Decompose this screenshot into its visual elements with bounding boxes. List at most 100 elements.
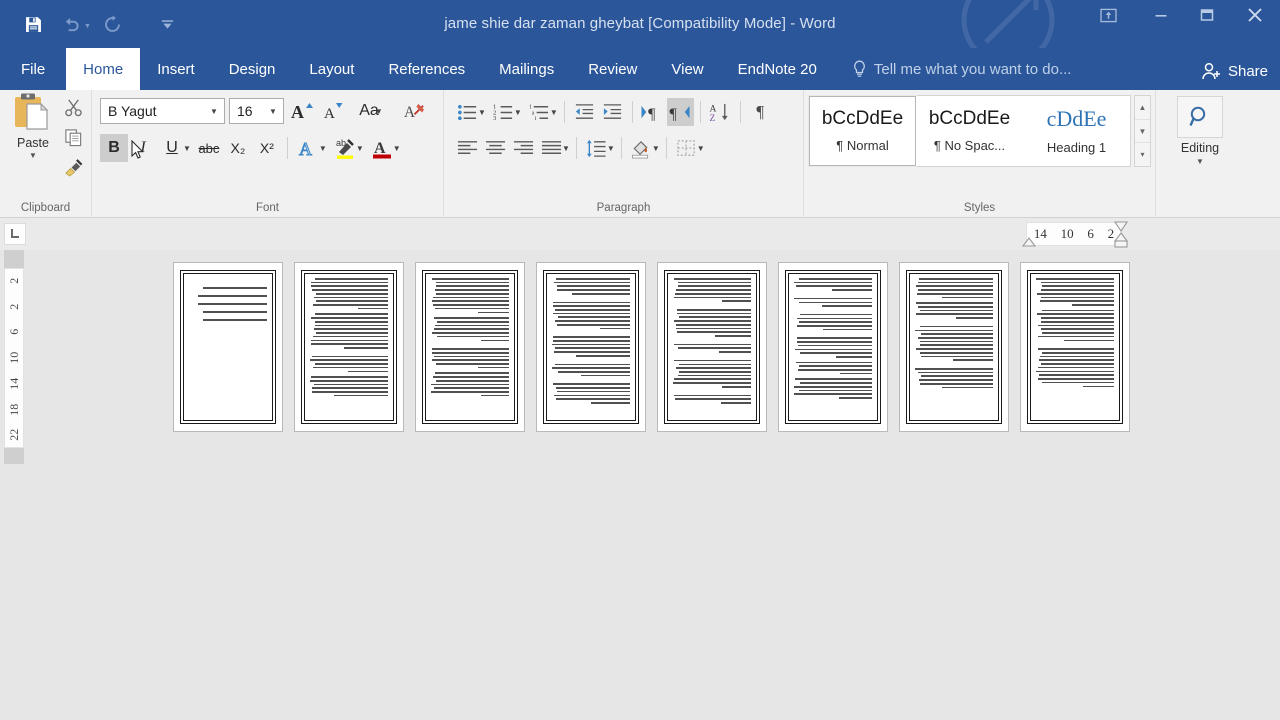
ruler-mark-10: 10: [1060, 226, 1074, 241]
rtl-button[interactable]: ¶: [666, 98, 694, 126]
font-color-button[interactable]: A: [368, 134, 396, 162]
superscript-button[interactable]: X²: [253, 134, 281, 162]
text-line: [796, 317, 872, 320]
page-thumbnail-7[interactable]: [899, 262, 1009, 432]
style-item-no-spacing[interactable]: bCcDdEe ¶ No Spac...: [916, 96, 1023, 166]
text-line: [797, 325, 872, 327]
redo-button[interactable]: [99, 7, 127, 41]
tab-home[interactable]: Home: [66, 48, 141, 90]
tab-layout[interactable]: Layout: [292, 48, 371, 90]
line-spacing-button[interactable]: [583, 134, 610, 162]
align-right-button[interactable]: [510, 134, 537, 162]
format-painter-button[interactable]: [60, 154, 86, 180]
text-line: [313, 296, 388, 299]
font-size-combo[interactable]: 16 ▼: [229, 98, 284, 124]
increase-indent-button[interactable]: [599, 98, 626, 126]
underline-button[interactable]: U: [158, 134, 186, 162]
page-thumbnail-5[interactable]: [657, 262, 767, 432]
font-color-caret[interactable]: ▼: [393, 144, 401, 153]
cut-button[interactable]: [60, 94, 86, 120]
underline-caret[interactable]: ▼: [183, 144, 191, 153]
text-effects-caret[interactable]: ▼: [319, 144, 327, 153]
customize-quick-access-button[interactable]: [149, 7, 187, 41]
numbering-caret[interactable]: ▼: [514, 108, 522, 117]
borders-caret[interactable]: ▼: [697, 144, 705, 153]
text-effects-button[interactable]: A: [294, 134, 322, 162]
tab-endnote[interactable]: EndNote 20: [721, 48, 834, 90]
style-item-heading1[interactable]: cDdEe Heading 1: [1023, 96, 1130, 166]
bullets-caret[interactable]: ▼: [478, 108, 486, 117]
tab-references[interactable]: References: [371, 48, 482, 90]
multilevel-caret[interactable]: ▼: [550, 108, 558, 117]
change-case-button[interactable]: Aa ▼: [352, 98, 390, 124]
copy-button[interactable]: [60, 124, 86, 150]
minimize-button[interactable]: [1138, 0, 1184, 30]
text-highlight-button[interactable]: ab: [331, 134, 359, 162]
ltr-button[interactable]: ¶: [639, 98, 666, 126]
font-name-caret[interactable]: ▼: [206, 107, 222, 116]
tab-review[interactable]: Review: [571, 48, 654, 90]
font-size-caret[interactable]: ▼: [265, 107, 281, 116]
line-spacing-caret[interactable]: ▼: [607, 144, 615, 153]
align-left-button[interactable]: [454, 134, 481, 162]
bullets-button[interactable]: [454, 98, 481, 126]
page-thumbnail-6[interactable]: [778, 262, 888, 432]
tell-me-box[interactable]: Tell me what you want to do...: [834, 48, 1082, 90]
highlight-caret[interactable]: ▼: [356, 144, 364, 153]
tab-file[interactable]: File: [0, 48, 67, 90]
align-center-button[interactable]: [482, 134, 509, 162]
font-name-combo[interactable]: B Yagut ▼: [100, 98, 225, 124]
numbering-button[interactable]: 1 2 3: [490, 98, 517, 126]
multilevel-list-button[interactable]: 1 a i: [526, 98, 553, 126]
tab-stop-selector[interactable]: [4, 223, 26, 245]
grow-font-button[interactable]: A: [288, 98, 316, 124]
text-line: [437, 335, 509, 338]
page-thumbnail-2[interactable]: [294, 262, 404, 432]
strikethrough-button[interactable]: abc: [195, 134, 223, 162]
page-thumbnail-4[interactable]: [536, 262, 646, 432]
italic-button[interactable]: I: [129, 134, 157, 162]
paste-dropdown-caret[interactable]: ▼: [29, 151, 37, 160]
decrease-indent-button[interactable]: [571, 98, 598, 126]
shading-caret[interactable]: ▼: [652, 144, 660, 153]
clear-formatting-button[interactable]: A: [400, 98, 428, 124]
horizontal-ruler[interactable]: 14 10 6 2: [0, 218, 1280, 250]
editing-caret[interactable]: ▼: [1196, 157, 1204, 166]
page-thumbnail-1[interactable]: [173, 262, 283, 432]
text-line: [1039, 359, 1114, 361]
styles-more-button[interactable]: ▾: [1135, 143, 1150, 166]
close-button[interactable]: [1230, 0, 1280, 30]
tab-design[interactable]: Design: [212, 48, 293, 90]
justify-caret[interactable]: ▼: [562, 144, 570, 153]
ribbon-display-options-button[interactable]: [1078, 0, 1138, 30]
shading-button[interactable]: [628, 134, 655, 162]
shrink-font-button[interactable]: A: [320, 98, 348, 124]
restore-button[interactable]: [1184, 0, 1230, 30]
styles-scroll-down-button[interactable]: ▼: [1135, 120, 1150, 144]
show-marks-button[interactable]: ¶: [747, 98, 774, 126]
save-button[interactable]: [14, 7, 52, 41]
left-indent-marker[interactable]: [1020, 230, 1040, 248]
styles-gallery-scrollbar[interactable]: ▲ ▼ ▾: [1134, 95, 1151, 167]
justify-button[interactable]: [538, 134, 565, 162]
page-thumbnail-3[interactable]: [415, 262, 525, 432]
styles-scroll-up-button[interactable]: ▲: [1135, 96, 1150, 120]
right-indent-marker[interactable]: [1112, 220, 1132, 250]
editing-button[interactable]: Editing ▼: [1174, 96, 1226, 166]
share-button[interactable]: Share: [1201, 62, 1268, 81]
sort-button[interactable]: A Z: [707, 98, 734, 126]
change-case-caret[interactable]: ▼: [375, 107, 383, 116]
tab-mailings[interactable]: Mailings: [482, 48, 571, 90]
subscript-button[interactable]: X₂: [224, 134, 252, 162]
tell-me-label: Tell me what you want to do...: [873, 60, 1072, 78]
paste-button[interactable]: Paste ▼: [6, 92, 60, 160]
tab-insert[interactable]: Insert: [140, 48, 212, 90]
document-workspace[interactable]: 22 18 14 10 6 2 2: [0, 140, 1280, 720]
bold-button[interactable]: B: [100, 134, 128, 162]
borders-button[interactable]: [673, 134, 700, 162]
undo-dropdown-caret[interactable]: ▼: [84, 23, 91, 30]
tab-view[interactable]: View: [654, 48, 720, 90]
page-thumbnail-8[interactable]: [1020, 262, 1130, 432]
text-line: [552, 383, 630, 385]
style-item-normal[interactable]: bCcDdEe ¶ Normal: [808, 95, 917, 167]
